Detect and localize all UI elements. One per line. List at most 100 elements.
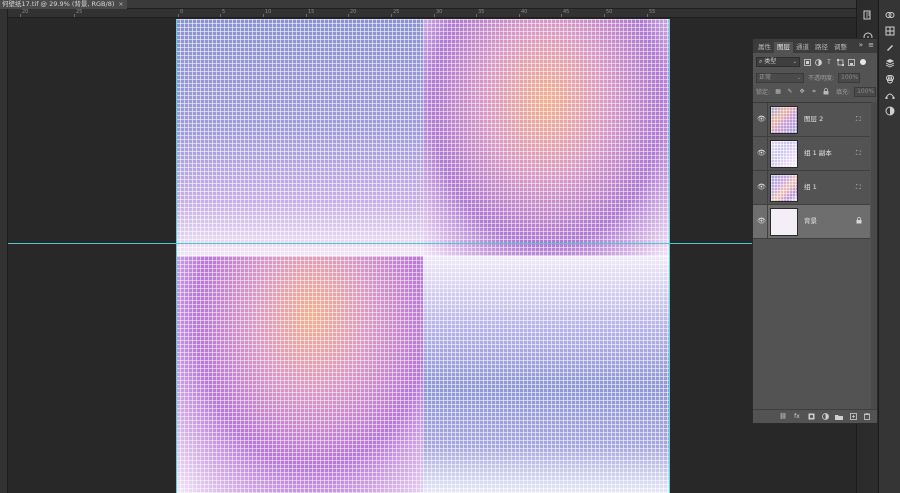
layer-link-icon: ⛶ [856,115,861,123]
filter-adjustment-icon[interactable] [814,58,822,66]
filter-type-icon[interactable]: T [825,58,833,66]
tab-properties[interactable]: 属性 [755,42,774,53]
canvas-quadrant-top-right [423,19,670,256]
layer-row[interactable]: 👁 组 1 ⛶ [753,171,870,205]
ruler-tick [647,14,648,17]
document-tab-title: 何壁纸17.tif @ 29.9% (背景, RGB/8) [2,0,115,8]
document-canvas[interactable] [176,19,670,493]
tab-channels[interactable]: 通道 [793,42,812,53]
document-tab-bar: 何壁纸17.tif @ 29.9% (背景, RGB/8) × [0,0,856,9]
vertical-ruler[interactable] [0,9,8,493]
delete-layer-trash-icon[interactable] [863,413,871,421]
ruler-tick [476,14,477,17]
horizontal-ruler[interactable]: 20 25 0 5 10 15 20 25 30 35 40 45 50 55 [8,9,856,18]
layer-list: 👁 图层 2 ⛶ 👁 组 1 副本 ⛶ 👁 组 1 ⛶ � [753,102,877,239]
opacity-label: 不透明度: [808,75,835,82]
layer-list-scrollbar[interactable] [871,102,877,412]
ruler-tick-label: 20 [22,9,29,15]
layer-link-icon: ⛶ [856,183,861,191]
adjustments-icon[interactable] [883,8,897,22]
ruler-tick-label: 20 [350,9,357,15]
filter-shape-icon[interactable] [836,58,844,66]
ruler-tick [604,14,605,17]
layer-divider [767,137,768,171]
new-layer-icon[interactable] [849,413,857,421]
fill-input[interactable]: 100% [854,86,877,97]
tab-layers[interactable]: 图层 [774,42,793,53]
close-icon[interactable]: × [118,0,123,9]
layer-name: 背景 [804,217,817,225]
ruler-tick-label: 25 [76,9,83,15]
chevron-down-icon: ⌄ [792,59,797,65]
layer-style-fx-icon[interactable]: fx [793,413,801,421]
grid-icon[interactable] [883,24,897,38]
lock-position-icon[interactable]: ✥ [798,88,806,96]
lock-image-pixels-icon[interactable]: ✎ [786,88,794,96]
layer-name: 图层 2 [804,115,824,123]
blend-mode-value: 正常 [759,73,772,81]
canvas-quadrant-bottom-right [423,256,670,493]
ruler-tick [519,14,520,17]
layer-divider [767,205,768,239]
new-adjustment-layer-icon[interactable] [821,413,829,421]
new-group-folder-icon[interactable] [835,413,843,421]
collapse-panel-icon[interactable]: » [859,41,863,49]
lock-all-icon[interactable] [822,88,830,96]
visibility-eye-icon[interactable]: 👁 [757,115,766,123]
tab-adjustments[interactable]: 调整 [831,42,850,53]
document-tab[interactable]: 何壁纸17.tif @ 29.9% (背景, RGB/8) × [0,0,128,9]
lock-icon[interactable] [856,217,862,227]
blend-row: 正常 ⌄ 不透明度: 100% [753,72,877,83]
layers-panel-footer: ⛓ fx [753,409,877,423]
lock-artboard-icon[interactable]: ⌗ [810,88,818,96]
visibility-eye-icon[interactable]: 👁 [757,217,766,225]
ruler-tick-label: 40 [521,9,528,15]
ruler-tick-label: 15 [308,9,315,15]
add-mask-icon[interactable] [807,413,815,421]
paths-icon[interactable] [883,88,897,102]
filter-kind-label: 类型 [764,58,777,65]
panel-icon-strip [878,0,900,493]
ruler-tick-label: 0 [180,9,184,15]
chevron-down-icon: ⌄ [796,74,801,81]
panel-menu-icon[interactable]: ≡ [868,41,874,49]
layer-row-selected[interactable]: 👁 背景 [753,205,870,239]
ruler-tick [20,14,21,17]
ruler-tick [434,14,435,17]
layer-row[interactable]: 👁 图层 2 ⛶ [753,103,870,137]
filter-smart-object-icon[interactable] [847,58,855,66]
brush-icon[interactable] [883,40,897,54]
horizontal-guide[interactable] [8,243,752,244]
filter-kind-select[interactable]: ⌕ 类型 ⌄ [756,57,800,67]
lock-transparent-pixels-icon[interactable]: ▦ [774,88,782,96]
photoshop-window: 何壁纸17.tif @ 29.9% (背景, RGB/8) × 20 25 0 5 10… [0,0,900,493]
ruler-tick [220,14,221,17]
layer-name: 组 1 [804,183,817,191]
properties-icon[interactable] [883,104,897,118]
channels-icon[interactable] [883,72,897,86]
ruler-tick-label: 5 [222,9,226,15]
layer-row[interactable]: 👁 组 1 副本 ⛶ [753,137,870,171]
opacity-input[interactable]: 100% [838,72,861,83]
tab-paths[interactable]: 路径 [812,42,831,53]
canvas-quadrant-bottom-left [176,256,423,493]
link-layers-icon[interactable]: ⛓ [779,413,787,421]
ruler-tick [561,14,562,17]
ruler-tick-label: 30 [436,9,443,15]
visibility-eye-icon[interactable]: 👁 [757,149,766,157]
layer-divider [767,103,768,137]
ruler-tick-label: 55 [649,9,656,15]
layer-name: 组 1 副本 [804,149,832,157]
ruler-tick [306,14,307,17]
filter-toggle[interactable] [860,59,866,65]
layers-icon[interactable] [883,56,897,70]
layers-panel: 属性 图层 通道 路径 调整 » ≡ ⌕ 类型 ⌄ T 正常 ⌄ 不透明度: 1… [752,38,878,424]
layer-thumbnail [770,140,798,168]
history-icon[interactable] [861,8,875,22]
filter-pixel-icon[interactable] [803,58,811,66]
search-icon: ⌕ [759,58,763,65]
visibility-eye-icon[interactable]: 👁 [757,183,766,191]
ruler-tick-label: 10 [265,9,272,15]
layer-filter-row: ⌕ 类型 ⌄ T [753,56,877,68]
blend-mode-select[interactable]: 正常 ⌄ [756,72,804,83]
